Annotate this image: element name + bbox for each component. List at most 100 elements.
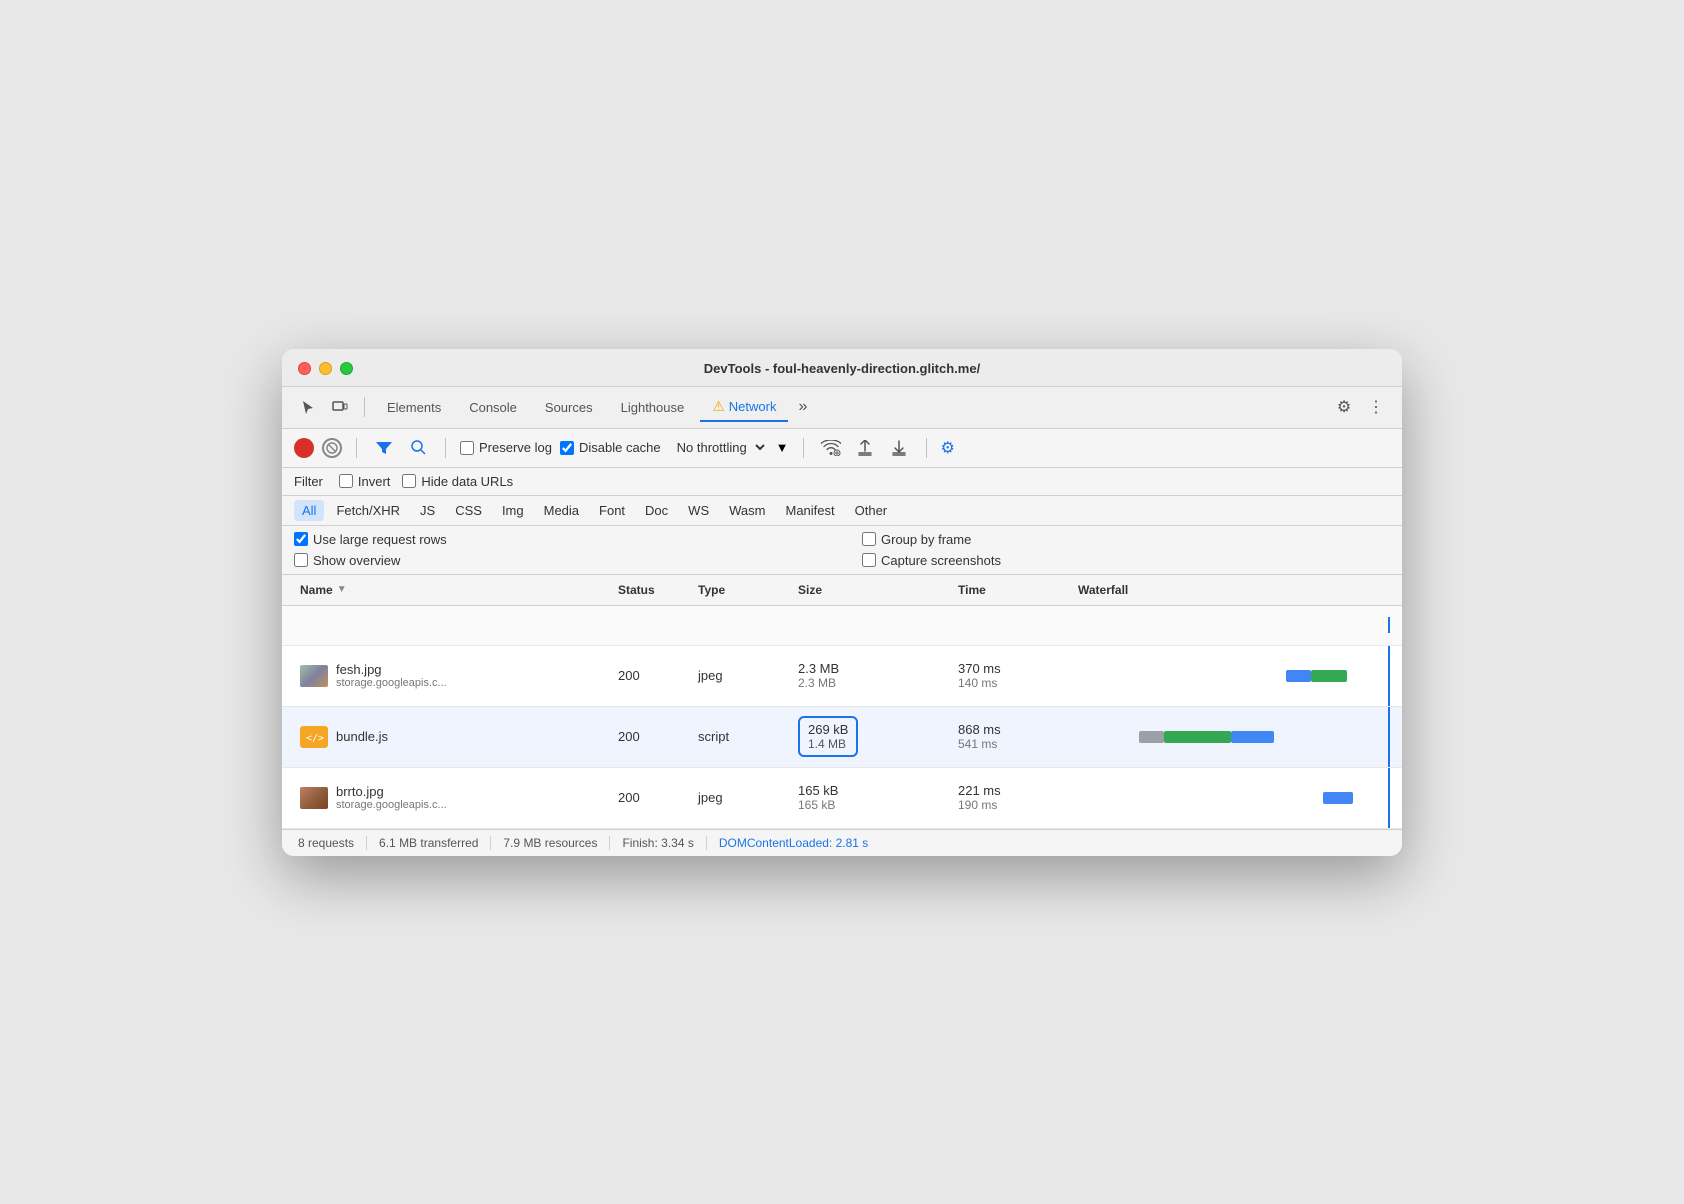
svg-text:</>: </> xyxy=(306,733,324,744)
hide-data-urls-input[interactable] xyxy=(402,474,416,488)
record-button[interactable] xyxy=(294,438,314,458)
td-truncated-waterfall xyxy=(1072,617,1390,633)
cursor-icon[interactable] xyxy=(294,393,322,421)
invert-input[interactable] xyxy=(339,474,353,488)
wifi-settings-icon[interactable] xyxy=(818,435,844,461)
large-rows-checkbox[interactable]: Use large request rows xyxy=(294,532,822,547)
show-overview-checkbox[interactable]: Show overview xyxy=(294,553,822,568)
td-name-1: </> bundle.js xyxy=(294,718,612,756)
file-name-host-1: bundle.js xyxy=(336,729,388,744)
status-requests: 8 requests xyxy=(298,836,367,850)
network-settings-icon[interactable]: ⚙ xyxy=(941,438,955,458)
upload-icon[interactable] xyxy=(852,435,878,461)
file-icon-img-2 xyxy=(300,787,328,809)
network-table: Name ▼ Status Type Size Time Waterfall xyxy=(282,575,1402,829)
status-dom-content-loaded: DOMContentLoaded: 2.81 s xyxy=(707,836,880,850)
td-waterfall-0 xyxy=(1072,646,1390,706)
th-size[interactable]: Size xyxy=(792,575,952,605)
th-type[interactable]: Type xyxy=(692,575,792,605)
more-tabs-button[interactable]: » xyxy=(792,394,813,420)
show-overview-input[interactable] xyxy=(294,553,308,567)
type-filter-fetch-xhr[interactable]: Fetch/XHR xyxy=(328,500,408,521)
type-filter-wasm[interactable]: Wasm xyxy=(721,500,773,521)
search-button[interactable] xyxy=(405,435,431,461)
preserve-log-checkbox[interactable]: Preserve log xyxy=(460,440,552,455)
type-filter-font[interactable]: Font xyxy=(591,500,633,521)
settings-button[interactable]: ⚙ xyxy=(1330,393,1358,421)
td-name-2: brrto.jpg storage.googleapis.c... xyxy=(294,776,612,819)
throttling-select[interactable]: No throttling xyxy=(669,437,768,458)
group-by-frame-checkbox[interactable]: Group by frame xyxy=(862,532,1390,547)
type-filter-ws[interactable]: WS xyxy=(680,500,717,521)
td-truncated-status xyxy=(612,617,692,633)
filter-bar: Filter Invert Hide data URLs xyxy=(282,468,1402,496)
capture-screenshots-checkbox[interactable]: Capture screenshots xyxy=(862,553,1390,568)
window-title: DevTools - foul-heavenly-direction.glitc… xyxy=(704,361,980,376)
table-row[interactable]: </> bundle.js 200 script 269 kB 1.4 MB 8… xyxy=(282,707,1402,768)
th-waterfall[interactable]: Waterfall xyxy=(1072,575,1390,605)
type-filter-all[interactable]: All xyxy=(294,500,324,521)
status-bar: 8 requests 6.1 MB transferred 7.9 MB res… xyxy=(282,829,1402,856)
table-row-truncated xyxy=(282,606,1402,646)
toolbar-divider-1 xyxy=(356,438,357,458)
close-button[interactable] xyxy=(298,362,311,375)
tab-lighthouse[interactable]: Lighthouse xyxy=(609,395,697,420)
group-by-frame-input[interactable] xyxy=(862,532,876,546)
type-filter-doc[interactable]: Doc xyxy=(637,500,676,521)
type-filter-media[interactable]: Media xyxy=(536,500,587,521)
table-row[interactable]: brrto.jpg storage.googleapis.c... 200 jp… xyxy=(282,768,1402,829)
td-size-0: 2.3 MB 2.3 MB xyxy=(792,653,952,698)
tab-network[interactable]: ⚠ Network xyxy=(700,393,788,422)
device-toggle-icon[interactable] xyxy=(326,393,354,421)
tab-console[interactable]: Console xyxy=(457,395,529,420)
disable-cache-input[interactable] xyxy=(560,441,574,455)
type-filter-js[interactable]: JS xyxy=(412,500,443,521)
td-status-0: 200 xyxy=(612,660,692,691)
download-icon[interactable] xyxy=(886,435,912,461)
options-left: Use large request rows Show overview xyxy=(294,532,822,568)
minimize-button[interactable] xyxy=(319,362,332,375)
maximize-button[interactable] xyxy=(340,362,353,375)
th-name[interactable]: Name ▼ xyxy=(294,575,612,605)
td-type-2: jpeg xyxy=(692,782,792,813)
toolbar-divider-3 xyxy=(803,438,804,458)
disable-cache-checkbox[interactable]: Disable cache xyxy=(560,440,661,455)
invert-checkbox[interactable]: Invert xyxy=(339,474,391,489)
devtools-window: DevTools - foul-heavenly-direction.glitc… xyxy=(282,349,1402,856)
td-size-1: 269 kB 1.4 MB xyxy=(792,708,952,765)
type-filter-img[interactable]: Img xyxy=(494,500,532,521)
options-bar: Use large request rows Show overview Gro… xyxy=(282,526,1402,575)
preserve-log-input[interactable] xyxy=(460,441,474,455)
th-time[interactable]: Time xyxy=(952,575,1072,605)
warning-icon: ⚠ xyxy=(712,398,725,415)
filter-button[interactable] xyxy=(371,435,397,461)
table-header: Name ▼ Status Type Size Time Waterfall xyxy=(282,575,1402,606)
more-options-button[interactable]: ⋮ xyxy=(1362,393,1390,421)
table-row[interactable]: fesh.jpg storage.googleapis.c... 200 jpe… xyxy=(282,646,1402,707)
clear-button[interactable] xyxy=(322,438,342,458)
large-rows-input[interactable] xyxy=(294,532,308,546)
status-finish: Finish: 3.34 s xyxy=(610,836,706,850)
status-resources: 7.9 MB resources xyxy=(491,836,610,850)
size-highlight: 269 kB 1.4 MB xyxy=(798,716,858,757)
th-status[interactable]: Status xyxy=(612,575,692,605)
file-icon-js-1: </> xyxy=(300,726,328,748)
tab-divider xyxy=(364,397,365,417)
hide-data-urls-checkbox[interactable]: Hide data URLs xyxy=(402,474,513,489)
titlebar: DevTools - foul-heavenly-direction.glitc… xyxy=(282,349,1402,387)
type-filter-other[interactable]: Other xyxy=(847,500,896,521)
td-status-2: 200 xyxy=(612,782,692,813)
type-filter-manifest[interactable]: Manifest xyxy=(777,500,842,521)
td-truncated-time xyxy=(952,617,1072,633)
traffic-lights xyxy=(298,362,353,375)
type-filter-css[interactable]: CSS xyxy=(447,500,490,521)
tab-elements[interactable]: Elements xyxy=(375,395,453,420)
td-size-2: 165 kB 165 kB xyxy=(792,775,952,820)
capture-screenshots-input[interactable] xyxy=(862,553,876,567)
td-time-2: 221 ms 190 ms xyxy=(952,775,1072,820)
td-waterfall-1 xyxy=(1072,707,1390,767)
td-status-1: 200 xyxy=(612,721,692,752)
toolbar-divider-4 xyxy=(926,438,927,458)
tab-sources[interactable]: Sources xyxy=(533,395,605,420)
network-toolbar: Preserve log Disable cache No throttling… xyxy=(282,429,1402,468)
